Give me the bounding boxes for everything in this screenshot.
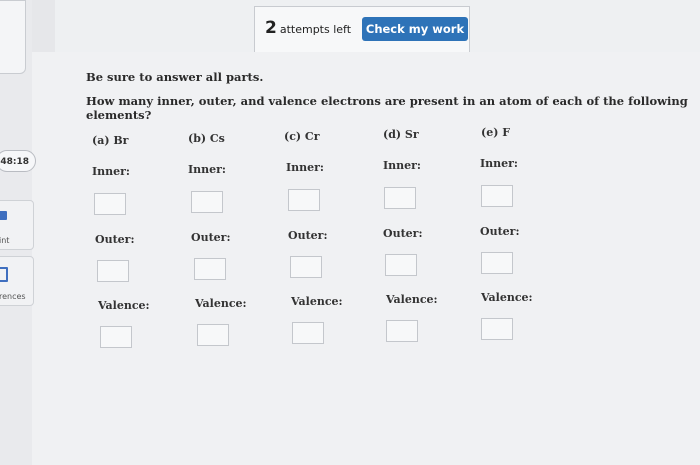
valence-label: Valence: [195, 297, 247, 310]
inner-input-f[interactable] [481, 185, 513, 207]
inner-input-cr[interactable] [288, 189, 320, 211]
left-rail: 48:18 int rences [0, 0, 36, 465]
valence-label: Valence: [386, 293, 438, 306]
sidebar-item-references[interactable]: rences [0, 256, 34, 306]
outer-input-cr[interactable] [290, 256, 322, 278]
inner-label: Inner: [188, 163, 226, 176]
valence-input-cs[interactable] [197, 324, 229, 346]
outer-input-br[interactable] [97, 260, 129, 282]
question-prompt: How many inner, outer, and valence elect… [86, 94, 688, 122]
valence-input-f[interactable] [481, 318, 513, 340]
outer-input-cs[interactable] [194, 258, 226, 280]
sidebar-item-print[interactable]: int [0, 200, 34, 250]
attempts-count: 2 [265, 18, 277, 38]
inner-input-sr[interactable] [384, 187, 416, 209]
sidebar-item-label: rences [0, 292, 26, 301]
element-header-br: (a) Br [92, 134, 129, 147]
valence-label: Valence: [98, 299, 150, 312]
book-icon [0, 267, 8, 282]
valence-label: Valence: [291, 295, 343, 308]
outer-label: Outer: [383, 227, 423, 240]
element-header-cr: (c) Cr [284, 130, 320, 143]
outer-input-sr[interactable] [385, 254, 417, 276]
element-header-sr: (d) Sr [383, 128, 419, 141]
sidebar-item-label: int [0, 236, 10, 245]
timer: 48:18 [0, 150, 36, 172]
rail-top-card [0, 0, 26, 74]
element-header-f: (e) F [481, 126, 511, 139]
outer-label: Outer: [191, 231, 231, 244]
valence-input-sr[interactable] [386, 320, 418, 342]
inner-label: Inner: [480, 157, 518, 170]
inner-input-br[interactable] [94, 193, 126, 215]
outer-input-f[interactable] [481, 252, 513, 274]
inner-label: Inner: [383, 159, 421, 172]
valence-input-br[interactable] [100, 326, 132, 348]
inner-label: Inner: [92, 165, 130, 178]
valence-label: Valence: [481, 291, 533, 304]
check-my-work-button[interactable]: Check my work [362, 17, 468, 41]
print-icon [0, 211, 7, 220]
outer-label: Outer: [288, 229, 328, 242]
inner-input-cs[interactable] [191, 191, 223, 213]
outer-label: Outer: [480, 225, 520, 238]
attempts-text: attempts left [279, 23, 352, 36]
inner-label: Inner: [286, 161, 324, 174]
outer-label: Outer: [95, 233, 135, 246]
attempts-left: 2 attempts left [265, 18, 351, 38]
element-header-cs: (b) Cs [188, 132, 225, 145]
instruction-text: Be sure to answer all parts. [86, 70, 264, 84]
valence-input-cr[interactable] [292, 322, 324, 344]
